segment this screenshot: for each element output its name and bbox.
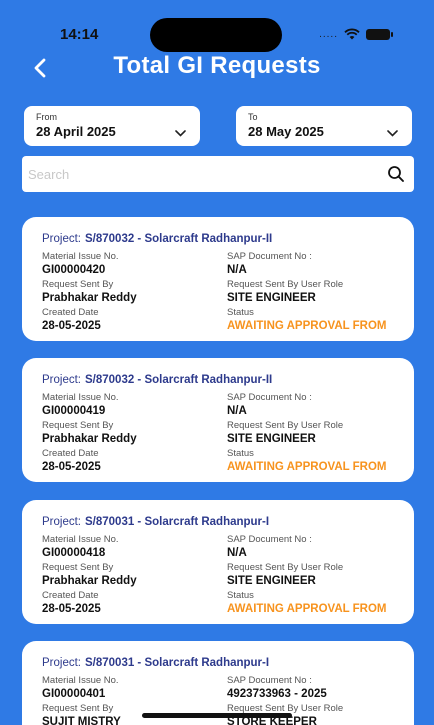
chevron-down-icon xyxy=(387,124,398,142)
chevron-down-icon xyxy=(175,124,186,142)
search-icon[interactable] xyxy=(378,165,414,183)
sap-document-label: SAP Document No : xyxy=(227,675,312,686)
request-sent-by-label: Request Sent By xyxy=(42,562,114,573)
sap-document-label: SAP Document No : xyxy=(227,534,312,545)
material-issue-value: GI00000418 xyxy=(42,547,106,559)
project-label: Project: xyxy=(42,516,81,528)
created-date-value: 28-05-2025 xyxy=(42,461,101,473)
status-label: Status xyxy=(227,307,254,318)
battery-icon xyxy=(366,28,393,40)
home-indicator xyxy=(142,713,292,718)
material-issue-value: GI00000401 xyxy=(42,688,106,700)
request-card[interactable]: Project: S/870032 - Solarcraft Radhanpur-… xyxy=(22,217,414,341)
page-title: Total GI Requests xyxy=(113,52,321,79)
material-issue-label: Material Issue No. xyxy=(42,675,119,686)
from-date-value: 28 April 2025 xyxy=(36,124,116,139)
from-date-label: From xyxy=(36,112,57,122)
status-time: 14:14 xyxy=(60,26,99,43)
sap-document-value: 4923733963 - 2025 xyxy=(227,688,327,700)
status-value: AWAITING APPROVAL FROM xyxy=(227,603,387,615)
created-date-label: Created Date xyxy=(42,307,99,318)
status-bar: 14:14 ..... xyxy=(0,0,434,54)
user-role-label: Request Sent By User Role xyxy=(227,562,344,573)
search-input[interactable] xyxy=(22,156,378,192)
user-role-label: Request Sent By User Role xyxy=(227,420,344,431)
card-project: Project: S/870032 - Solarcraft Radhanpur-… xyxy=(42,233,414,245)
project-value: S/870031 - Solarcraft Radhanpur-I xyxy=(85,657,270,669)
created-date-label: Created Date xyxy=(42,448,99,459)
project-value: S/870032 - Solarcraft Radhanpur-II xyxy=(85,233,273,245)
request-sent-by-label: Request Sent By xyxy=(42,420,114,431)
project-label: Project: xyxy=(42,374,81,386)
material-issue-value: GI00000419 xyxy=(42,405,106,417)
request-sent-by-value: Prabhakar Reddy xyxy=(42,292,137,304)
user-role-value: SITE ENGINEER xyxy=(227,575,316,587)
request-card[interactable]: Project: S/870032 - Solarcraft Radhanpur-… xyxy=(22,358,414,482)
request-sent-by-value: Prabhakar Reddy xyxy=(42,575,137,587)
sap-document-value: N/A xyxy=(227,264,247,276)
material-issue-label: Material Issue No. xyxy=(42,251,119,262)
signal-icon: ..... xyxy=(319,28,338,40)
to-date-picker[interactable]: To 28 May 2025 xyxy=(236,106,412,146)
status-label: Status xyxy=(227,448,254,459)
created-date-label: Created Date xyxy=(42,590,99,601)
status-label: Status xyxy=(227,590,254,601)
created-date-value: 28-05-2025 xyxy=(42,320,101,332)
material-issue-label: Material Issue No. xyxy=(42,392,119,403)
user-role-label: Request Sent By User Role xyxy=(227,279,344,290)
card-project: Project: S/870032 - Solarcraft Radhanpur-… xyxy=(42,374,414,386)
sap-document-label: SAP Document No : xyxy=(227,392,312,403)
to-date-label: To xyxy=(248,112,258,122)
sap-document-value: N/A xyxy=(227,547,247,559)
request-card[interactable]: Project: S/870031 - Solarcraft Radhanpur-… xyxy=(22,500,414,624)
user-role-value: SITE ENGINEER xyxy=(227,292,316,304)
wifi-icon xyxy=(344,28,360,40)
card-project: Project: S/870031 - Solarcraft Radhanpur-… xyxy=(42,516,414,528)
from-date-picker[interactable]: From 28 April 2025 xyxy=(24,106,200,146)
material-issue-label: Material Issue No. xyxy=(42,534,119,545)
user-role-value: SITE ENGINEER xyxy=(227,433,316,445)
created-date-value: 28-05-2025 xyxy=(42,603,101,615)
project-label: Project: xyxy=(42,657,81,669)
to-date-value: 28 May 2025 xyxy=(248,124,324,139)
material-issue-value: GI00000420 xyxy=(42,264,106,276)
project-label: Project: xyxy=(42,233,81,245)
request-sent-by-value: Prabhakar Reddy xyxy=(42,433,137,445)
header: Total GI Requests xyxy=(0,50,434,86)
status-value: AWAITING APPROVAL FROM xyxy=(227,461,387,473)
request-sent-by-label: Request Sent By xyxy=(42,279,114,290)
sap-document-label: SAP Document No : xyxy=(227,251,312,262)
project-value: S/870032 - Solarcraft Radhanpur-II xyxy=(85,374,273,386)
project-value: S/870031 - Solarcraft Radhanpur-I xyxy=(85,516,270,528)
status-value: AWAITING APPROVAL FROM xyxy=(227,320,387,332)
sap-document-value: N/A xyxy=(227,405,247,417)
search-bar xyxy=(22,156,414,192)
dynamic-island xyxy=(150,18,282,52)
status-icons: ..... xyxy=(319,28,393,40)
card-project: Project: S/870031 - Solarcraft Radhanpur-… xyxy=(42,657,414,669)
